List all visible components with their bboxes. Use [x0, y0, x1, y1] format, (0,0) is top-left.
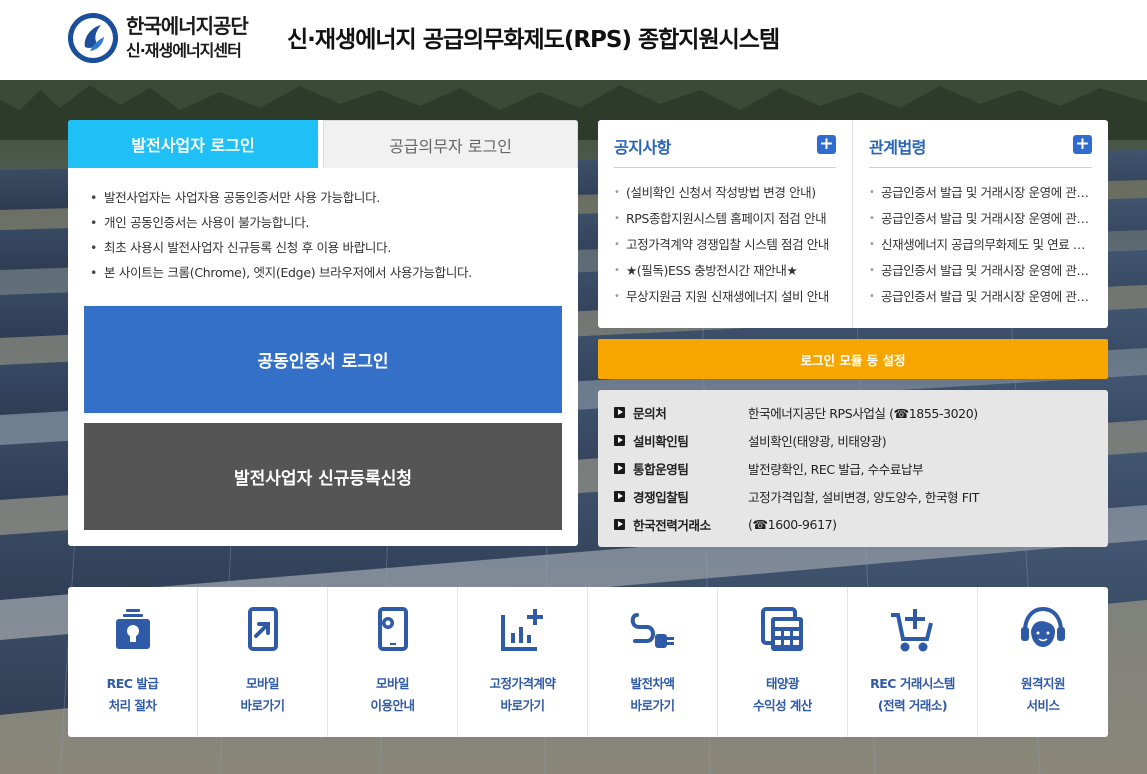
login-panel: 발전사업자 로그인 공급의무자 로그인 발전사업자는 사업자용 공동인증서만 사… — [68, 120, 578, 546]
arrow-right-icon — [614, 462, 625, 474]
quick-label-line: 발전차액 — [630, 676, 675, 691]
arrow-right-icon — [614, 434, 625, 446]
quick-solar-calc[interactable]: 태양광 수익성 계산 — [718, 587, 848, 737]
notice-item[interactable]: ★(필독)ESS 충방전시간 재안내★ — [614, 258, 838, 284]
quick-label: 모바일 이용안내 — [328, 673, 457, 717]
contact-value: 한국에너지공단 RPS사업실 (☎1855-3020) — [748, 405, 978, 421]
board-panel: 공지사항 + (설비확인 신청서 작성방법 변경 안내) RPS종합지원시스템 … — [598, 120, 1108, 328]
quick-label: 발전차액 바로가기 — [588, 673, 717, 717]
contact-label: 경쟁입찰팀 — [633, 489, 689, 505]
quick-label-line: 모바일 — [375, 676, 410, 691]
arrow-right-icon — [614, 518, 625, 530]
quick-label-line: 바로가기 — [500, 698, 545, 713]
mobile-link-icon — [239, 605, 287, 653]
login-notice-list: 발전사업자는 사업자용 공동인증서만 사용 가능합니다. 개인 공동인증서는 사… — [88, 185, 472, 285]
law-list: 공급인증서 발급 및 거래시장 운영에 관한 규칙 공급인증서 발급 및 거래시… — [869, 180, 1094, 310]
quick-label-line: 서비스 — [1026, 698, 1060, 713]
quick-rec-issue[interactable]: REC 발급 처리 절차 — [68, 587, 198, 737]
law-item[interactable]: 공급인증서 발급 및 거래시장 운영에 관한 규칙 — [869, 206, 1094, 232]
notice-board: 공지사항 + (설비확인 신청서 작성방법 변경 안내) RPS종합지원시스템 … — [598, 120, 853, 328]
quick-label-line: 원격지원 — [1020, 676, 1066, 691]
quick-label-line: (전력 거래소) — [877, 698, 948, 713]
notice-item[interactable]: RPS종합지원시스템 홈페이지 점검 안내 — [614, 206, 838, 232]
law-item[interactable]: 공급인증서 발급 및 거래시장 운영에 관한 규칙 — [869, 284, 1094, 310]
quick-label-line: 모바일 — [245, 676, 280, 691]
site-header: 한국에너지공단 신·재생에너지센터 신·재생에너지 공급의무화제도(RPS) 종… — [0, 0, 1147, 80]
contact-label: 설비확인팀 — [633, 433, 689, 449]
contact-row: 통합운영팀 발전량확인, REC 발급, 수수료납부 — [614, 458, 924, 478]
notice-item[interactable]: 고정가격계약 경쟁입찰 시스템 점검 안내 — [614, 232, 838, 258]
login-notice-item: 발전사업자는 사업자용 공동인증서만 사용 가능합니다. — [88, 185, 472, 210]
cart-plus-icon — [889, 605, 937, 653]
quick-feed-in-tariff[interactable]: 발전차액 바로가기 — [588, 587, 718, 737]
contact-label: 한국전력거래소 — [633, 517, 711, 533]
quick-mobile-link[interactable]: 모바일 바로가기 — [198, 587, 328, 737]
contact-value: 고정가격입찰, 설비변경, 양도양수, 한국형 FIT — [748, 489, 980, 505]
chart-plus-icon — [499, 605, 547, 653]
cert-login-button[interactable]: 공동인증서 로그인 — [84, 306, 562, 413]
quick-label: 모바일 바로가기 — [198, 673, 327, 717]
rec-issue-icon — [109, 605, 157, 653]
quick-fixed-price[interactable]: 고정가격계약 바로가기 — [458, 587, 588, 737]
notice-item[interactable]: 무상지원금 지원 신재생에너지 설비 안내 — [614, 284, 838, 310]
quick-label-line: 바로가기 — [630, 698, 675, 713]
divider — [614, 167, 836, 168]
contact-value: (☎1600-9617) — [748, 516, 837, 532]
quick-rec-trade[interactable]: REC 거래시스템 (전력 거래소) — [848, 587, 978, 737]
contact-label: 통합운영팀 — [633, 461, 689, 477]
org-name: 한국에너지공단 — [126, 14, 249, 38]
contact-label: 문의처 — [633, 405, 667, 421]
kea-logo-icon[interactable] — [68, 13, 118, 63]
quick-label-line: 태양광 — [765, 676, 800, 691]
quick-label: REC 거래시스템 (전력 거래소) — [848, 673, 977, 717]
mobile-gear-icon — [369, 605, 417, 653]
quick-label-line: 수익성 계산 — [753, 698, 812, 713]
quick-label-line: REC 발급 — [106, 676, 159, 691]
module-setup-button[interactable]: 로그인 모듈 등 설정 — [598, 339, 1108, 379]
notice-list: (설비확인 신청서 작성방법 변경 안내) RPS종합지원시스템 홈페이지 점검… — [614, 180, 838, 310]
login-notice-item: 개인 공동인증서는 사용이 불가능합니다. — [88, 210, 472, 235]
quick-label-line: 고정가격계약 — [489, 676, 556, 691]
law-item[interactable]: 공급인증서 발급 및 거래시장 운영에 관한 규칙 — [869, 258, 1094, 284]
contact-value: 설비확인(태양광, 비태양광) — [748, 433, 887, 449]
contact-panel: 문의처 한국에너지공단 RPS사업실 (☎1855-3020) 설비확인팀 설비… — [598, 390, 1108, 547]
contact-value: 발전량확인, REC 발급, 수수료납부 — [748, 461, 924, 477]
calculator-icon — [759, 605, 807, 653]
notice-board-title[interactable]: 공지사항 — [614, 134, 671, 158]
law-item[interactable]: 신재생에너지 공급의무화제도 및 연료 혼합의무화제도 관리·운영지침 — [869, 232, 1094, 258]
tab-supplier-login[interactable]: 공급의무자 로그인 — [323, 120, 578, 168]
arrow-right-icon — [614, 490, 625, 502]
login-notice-item: 최초 사용시 발전사업자 신규등록 신청 후 이용 바랍니다. — [88, 235, 472, 260]
quick-mobile-guide[interactable]: 모바일 이용안내 — [328, 587, 458, 737]
contact-row: 한국전력거래소 (☎1600-9617) — [614, 514, 837, 534]
quick-links-panel: REC 발급 처리 절차 모바일 바로가기 모바일 이용안내 고정가격계약 바로… — [68, 587, 1108, 737]
arrow-right-icon — [614, 406, 625, 418]
law-board: 관계법령 + 공급인증서 발급 및 거래시장 운영에 관한 규칙 공급인증서 발… — [853, 120, 1108, 328]
notice-more-button[interactable]: + — [817, 135, 836, 154]
notice-item[interactable]: (설비확인 신청서 작성방법 변경 안내) — [614, 180, 838, 206]
quick-label: 고정가격계약 바로가기 — [458, 673, 587, 717]
quick-label-line: REC 거래시스템 — [870, 676, 955, 691]
page-title: 신·재생에너지 공급의무화제도(RPS) 종합지원시스템 — [287, 27, 780, 53]
contact-row: 설비확인팀 설비확인(태양광, 비태양광) — [614, 430, 887, 450]
law-board-title[interactable]: 관계법령 — [869, 134, 926, 158]
quick-label: 원격지원 서비스 — [978, 673, 1108, 717]
quick-label: 태양광 수익성 계산 — [718, 673, 847, 717]
divider — [869, 167, 1092, 168]
quick-remote-support[interactable]: 원격지원 서비스 — [978, 587, 1108, 737]
quick-label-line: 처리 절차 — [108, 698, 157, 713]
quick-label: REC 발급 처리 절차 — [68, 673, 197, 717]
law-more-button[interactable]: + — [1073, 135, 1092, 154]
quick-label-line: 바로가기 — [240, 698, 285, 713]
headset-icon — [1019, 605, 1067, 653]
quick-label-line: 이용안내 — [370, 698, 415, 713]
contact-row: 경쟁입찰팀 고정가격입찰, 설비변경, 양도양수, 한국형 FIT — [614, 486, 979, 506]
tab-generator-login[interactable]: 발전사업자 로그인 — [68, 120, 318, 168]
plug-icon — [629, 605, 677, 653]
org-sub-name: 신·재생에너지센터 — [126, 41, 242, 60]
login-notice-item: 본 사이트는 크롬(Chrome), 엣지(Edge) 브라우저에서 사용가능합… — [88, 260, 472, 285]
register-button[interactable]: 발전사업자 신규등록신청 — [84, 423, 562, 530]
contact-row: 문의처 한국에너지공단 RPS사업실 (☎1855-3020) — [614, 402, 978, 422]
law-item[interactable]: 공급인증서 발급 및 거래시장 운영에 관한 규칙 — [869, 180, 1094, 206]
